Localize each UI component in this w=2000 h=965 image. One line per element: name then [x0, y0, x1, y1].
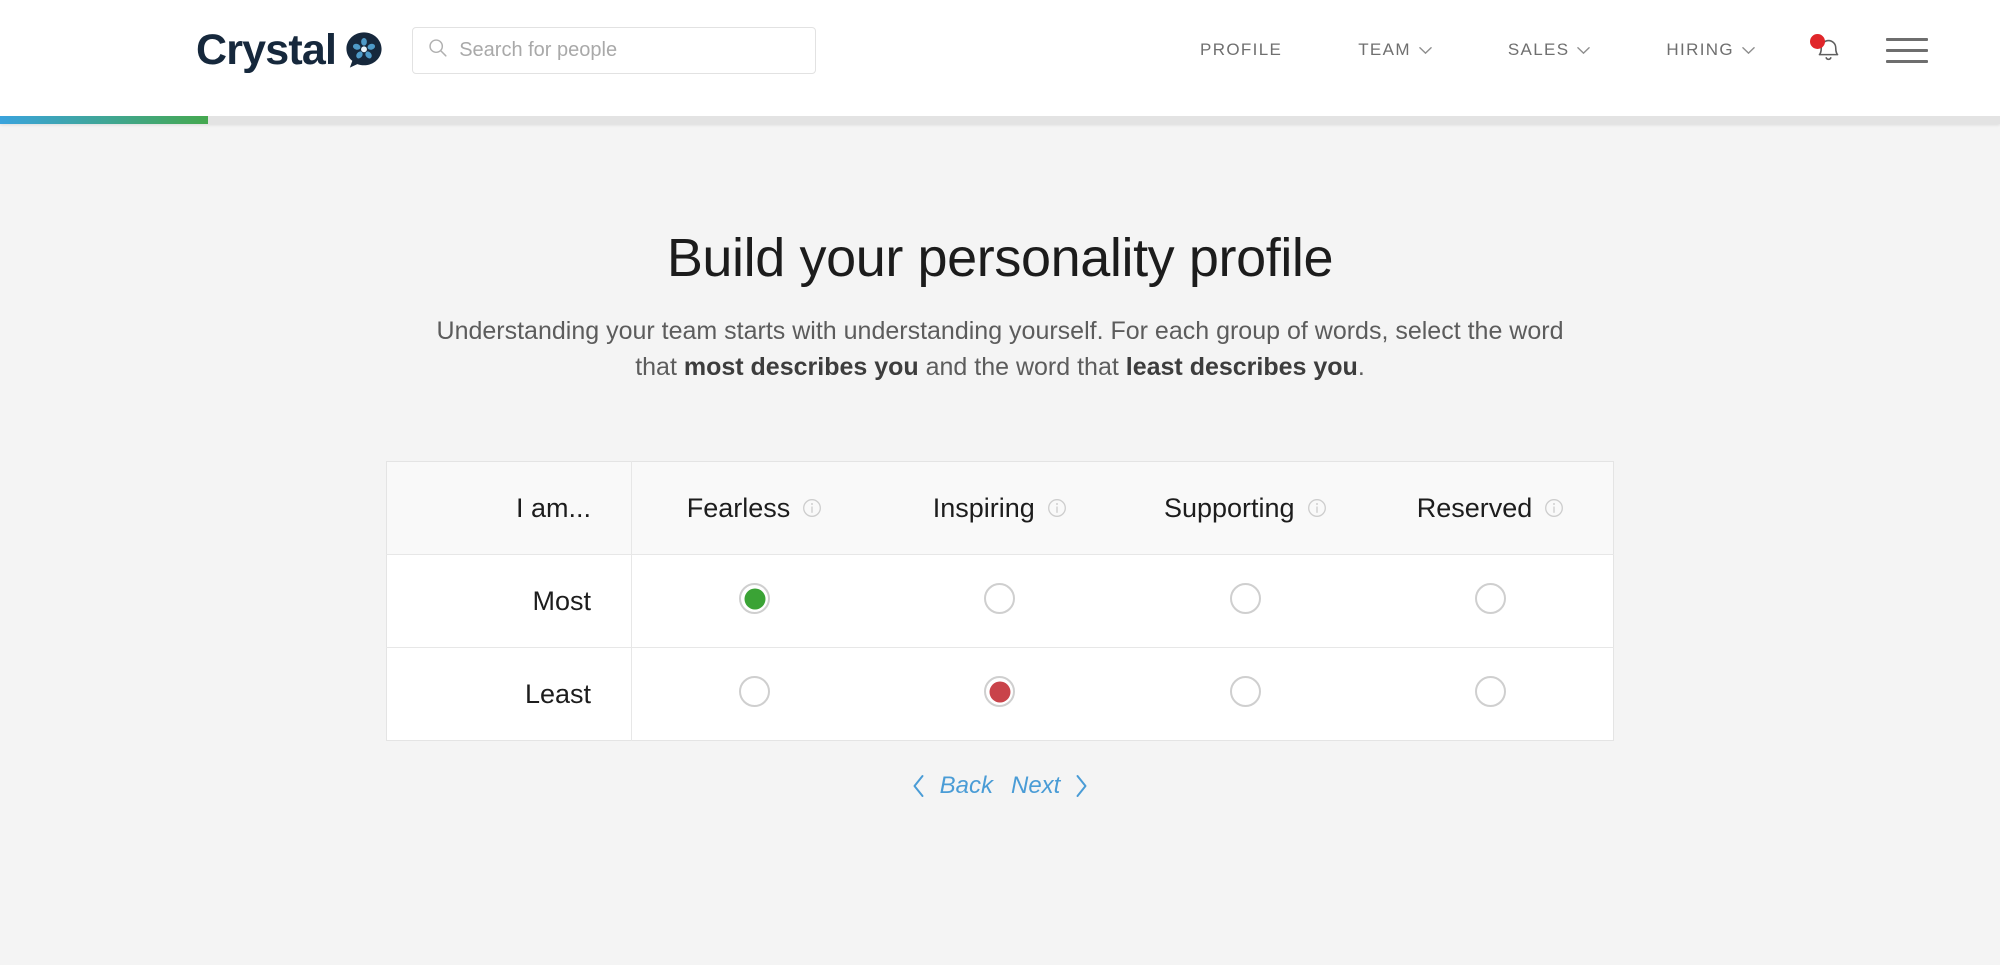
radio-cell-least-fearless[interactable]: [632, 648, 878, 741]
quiz-header-row: I am... Fearless Inspiring Supporting Re…: [386, 461, 1614, 556]
subtitle-text-part2: and the word that: [918, 352, 1126, 381]
hamburger-line: [1886, 48, 1928, 52]
subtitle-text-part3: .: [1357, 352, 1365, 381]
notification-badge: [1810, 34, 1825, 49]
quiz-column-supporting: Supporting: [1122, 461, 1368, 556]
subtitle-bold-least: least describes you: [1125, 352, 1358, 381]
quiz-row-least: Least: [386, 647, 1614, 741]
search-input[interactable]: [459, 27, 802, 73]
radio-least-fearless[interactable]: [739, 676, 770, 708]
nav-item-hiring[interactable]: HIRING: [1628, 30, 1793, 70]
info-icon[interactable]: [1047, 498, 1067, 518]
chevron-down-icon: [1742, 46, 1755, 55]
quiz-table-header: I am... Fearless Inspiring Supporting Re…: [386, 461, 1614, 556]
row-label-most: Most: [386, 554, 632, 649]
main-navigation: PROFILE TEAM SALES HIRING: [1162, 26, 1928, 74]
nav-label-profile: PROFILE: [1200, 40, 1283, 59]
row-label-least: Least: [386, 647, 632, 741]
nav-item-team[interactable]: TEAM: [1320, 30, 1470, 70]
radio-cell-most-supporting[interactable]: [1122, 554, 1368, 649]
radio-most-inspiring[interactable]: [984, 583, 1016, 615]
radio-least-inspiring[interactable]: [984, 676, 1016, 708]
logo-wordmark: Crystal: [196, 25, 337, 74]
progress-bar-track: [0, 116, 2000, 124]
quiz-pagination: Back Next: [386, 770, 1614, 802]
page-subtitle: Understanding your team starts with unde…: [415, 314, 1585, 385]
quiz-header-iam-label: I am...: [386, 461, 632, 556]
quiz-table-body: Most Least: [386, 554, 1614, 741]
info-icon[interactable]: [1307, 498, 1327, 518]
radio-cell-most-fearless[interactable]: [631, 554, 877, 649]
chevron-down-icon: [1577, 46, 1591, 55]
radio-cell-least-reserved[interactable]: [1368, 648, 1614, 741]
chevron-right-icon[interactable]: [1074, 774, 1089, 798]
info-icon[interactable]: [802, 498, 822, 518]
word-label-inspiring: Inspiring: [932, 492, 1035, 523]
search-box[interactable]: [412, 26, 817, 74]
page-title: Build your personality profile: [666, 228, 1334, 288]
radio-most-fearless[interactable]: [739, 583, 770, 615]
quiz-row-most: Most: [386, 554, 1614, 649]
nav-item-profile[interactable]: PROFILE: [1162, 30, 1320, 70]
radio-cell-most-reserved[interactable]: [1368, 554, 1614, 649]
personality-quiz-table: I am... Fearless Inspiring Supporting Re…: [386, 461, 1614, 742]
chevron-down-icon: [1419, 46, 1432, 55]
nav-label-sales: SALES: [1507, 40, 1570, 59]
next-button[interactable]: Next: [1007, 770, 1064, 802]
radio-most-supporting[interactable]: [1229, 583, 1261, 615]
quiz-column-inspiring: Inspiring: [877, 461, 1123, 556]
chevron-left-icon[interactable]: [911, 774, 926, 798]
radio-most-reserved[interactable]: [1475, 583, 1506, 615]
nav-label-team: TEAM: [1358, 40, 1411, 59]
nav-label-hiring: HIRING: [1666, 40, 1734, 59]
word-label-reserved: Reserved: [1416, 492, 1533, 523]
hamburger-line: [1886, 59, 1928, 63]
crystal-bubble-logo-icon: [345, 31, 383, 69]
back-button[interactable]: Back: [936, 770, 997, 802]
subtitle-bold-most: most describes you: [683, 352, 919, 381]
info-icon[interactable]: [1544, 498, 1564, 518]
radio-cell-most-inspiring[interactable]: [877, 554, 1123, 649]
progress-bar-fill: [0, 116, 208, 124]
word-label-fearless: Fearless: [686, 492, 791, 523]
main-content: Build your personality profile Understan…: [0, 124, 2000, 802]
nav-item-sales[interactable]: SALES: [1470, 30, 1629, 70]
top-header-bar: Crystal Search for people PROFILE TEAM S…: [0, 0, 2000, 124]
quiz-container: I am... Fearless Inspiring Supporting Re…: [386, 461, 1614, 802]
quiz-column-fearless: Fearless: [631, 461, 877, 556]
radio-cell-least-supporting[interactable]: [1123, 648, 1369, 741]
search-icon: [427, 37, 448, 63]
word-label-supporting: Supporting: [1163, 492, 1295, 523]
radio-least-supporting[interactable]: [1229, 676, 1261, 708]
crystal-logo[interactable]: Crystal: [196, 26, 383, 75]
radio-least-reserved[interactable]: [1475, 676, 1506, 708]
hamburger-menu-button[interactable]: [1856, 28, 1928, 73]
quiz-column-reserved: Reserved: [1368, 461, 1614, 556]
hamburger-line: [1886, 37, 1928, 41]
radio-cell-least-inspiring[interactable]: [877, 648, 1123, 741]
notifications-button[interactable]: [1793, 26, 1856, 74]
